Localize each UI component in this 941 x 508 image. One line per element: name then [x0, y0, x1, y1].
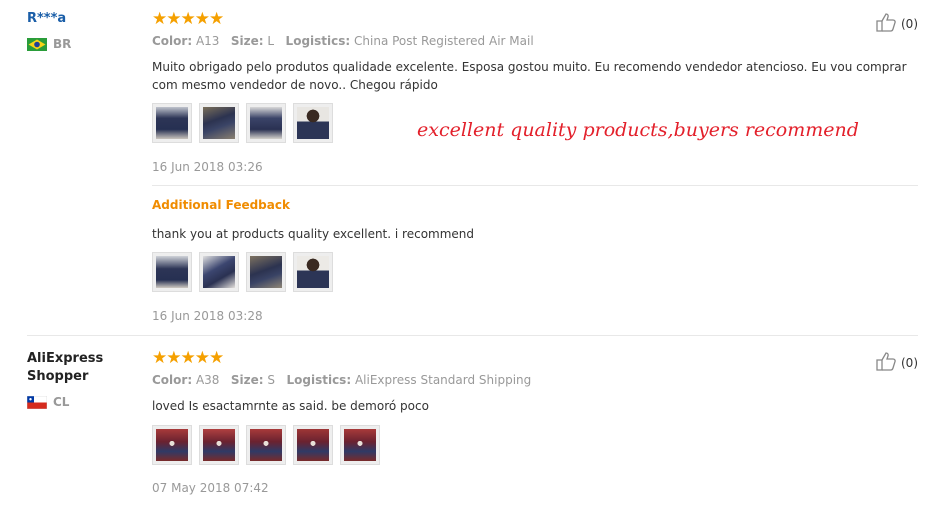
country-code: BR — [53, 37, 72, 51]
review-photo[interactable] — [293, 252, 333, 292]
review-photos — [152, 103, 333, 143]
review-photo[interactable] — [199, 425, 239, 465]
review-text-line: com mesmo vendedor de novo.. Chegou rápi… — [152, 78, 438, 92]
chile-flag-icon — [27, 395, 47, 409]
additional-feedback-heading: Additional Feedback — [152, 198, 290, 212]
review-photo[interactable] — [293, 103, 333, 143]
additional-feedback-date: 16 Jun 2018 03:28 — [152, 309, 263, 323]
review-date: 07 May 2018 07:42 — [152, 481, 269, 495]
rating-stars: ★★★★★ — [152, 348, 224, 368]
reviewer-country: BR — [27, 37, 71, 51]
review-photo[interactable] — [152, 425, 192, 465]
review-photos — [152, 425, 380, 465]
review-photo[interactable] — [293, 425, 333, 465]
brazil-flag-icon — [27, 37, 47, 51]
like-button[interactable]: (0) — [875, 12, 918, 35]
review-photo[interactable] — [152, 252, 192, 292]
review-photo[interactable] — [340, 425, 380, 465]
review-meta: Color: A13 Size: L Logistics: China Post… — [152, 34, 534, 48]
size-value: L — [267, 34, 275, 48]
logistics-value: China Post Registered Air Mail — [354, 34, 534, 48]
logistics-label: Logistics: — [286, 373, 352, 387]
country-code: CL — [53, 395, 70, 409]
logistics-label: Logistics: — [285, 34, 351, 48]
review-text: loved Is esactamrnte as said. be demoró … — [152, 399, 429, 413]
thumbs-up-icon[interactable] — [875, 351, 899, 374]
reviewer-name[interactable]: R***a — [27, 10, 66, 28]
review-divider — [27, 335, 918, 336]
size-label: Size: — [230, 34, 264, 48]
color-label: Color: — [152, 373, 193, 387]
additional-feedback-text: thank you at products quality excellent.… — [152, 227, 475, 241]
review-photo[interactable] — [199, 252, 239, 292]
color-value: A38 — [195, 373, 220, 387]
size-label: Size: — [230, 373, 264, 387]
review-photo[interactable] — [246, 252, 286, 292]
size-value: S — [267, 373, 276, 387]
like-count: (0) — [901, 16, 918, 31]
logistics-value: AliExpress Standard Shipping — [354, 373, 532, 387]
review-text-line: Muito obrigado pelo produtos qualidade e… — [152, 60, 907, 74]
review-photo[interactable] — [246, 103, 286, 143]
color-value: A13 — [195, 34, 220, 48]
reviewer-name-line: AliExpress — [27, 351, 104, 366]
review-photo[interactable] — [199, 103, 239, 143]
review-text: Muito obrigado pelo produtos qualidade e… — [152, 58, 922, 94]
reviewer-name[interactable]: AliExpress Shopper — [27, 350, 103, 386]
color-label: Color: — [152, 34, 193, 48]
review-date: 16 Jun 2018 03:26 — [152, 160, 263, 174]
review-meta: Color: A38 Size: S Logistics: AliExpress… — [152, 373, 531, 387]
promo-overlay-text: excellent quality products,buyers recomm… — [417, 119, 859, 141]
reviewer-country: CL — [27, 395, 69, 409]
additional-feedback-photos — [152, 252, 333, 292]
like-count: (0) — [901, 355, 918, 370]
divider — [152, 185, 918, 186]
reviewer-name-line: Shopper — [27, 369, 89, 384]
like-button[interactable]: (0) — [875, 351, 918, 374]
rating-stars: ★★★★★ — [152, 9, 224, 29]
review-photo[interactable] — [152, 103, 192, 143]
review-photo[interactable] — [246, 425, 286, 465]
thumbs-up-icon[interactable] — [875, 12, 899, 35]
